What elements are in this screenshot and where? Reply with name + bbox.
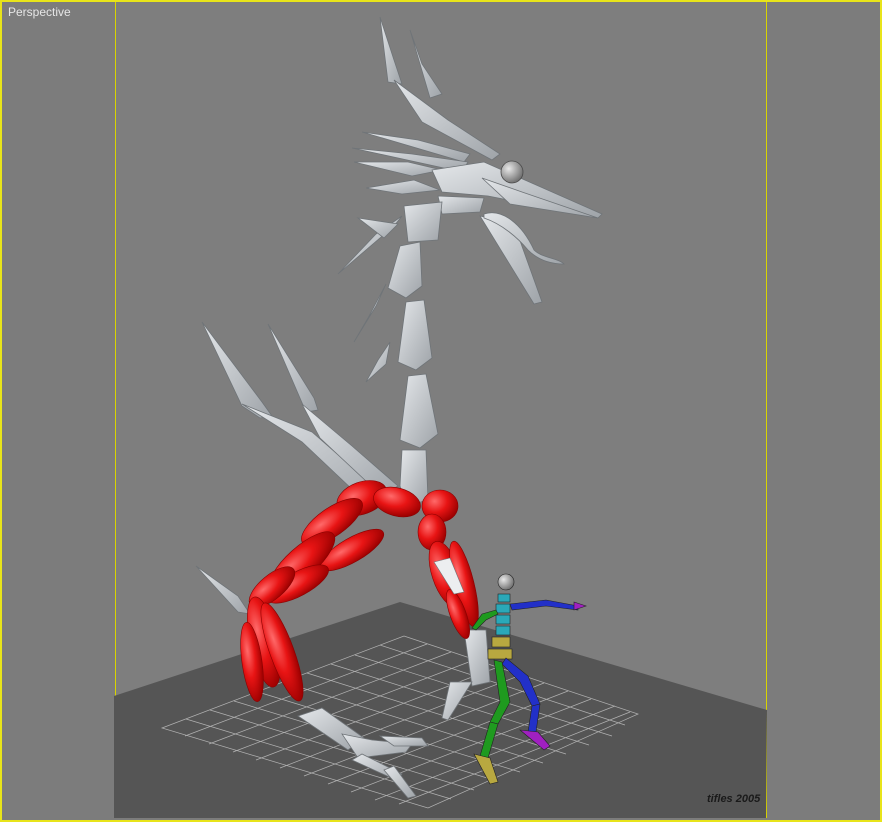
viewport-scene[interactable]	[2, 2, 880, 820]
ground-plane	[114, 602, 767, 818]
creature-eye	[500, 160, 524, 184]
author-credit: tifles 2005	[707, 793, 761, 805]
perspective-viewport[interactable]: Perspective tifles 2005	[0, 0, 882, 822]
biped-head[interactable]	[497, 573, 515, 591]
viewport-label[interactable]: Perspective	[8, 5, 71, 19]
